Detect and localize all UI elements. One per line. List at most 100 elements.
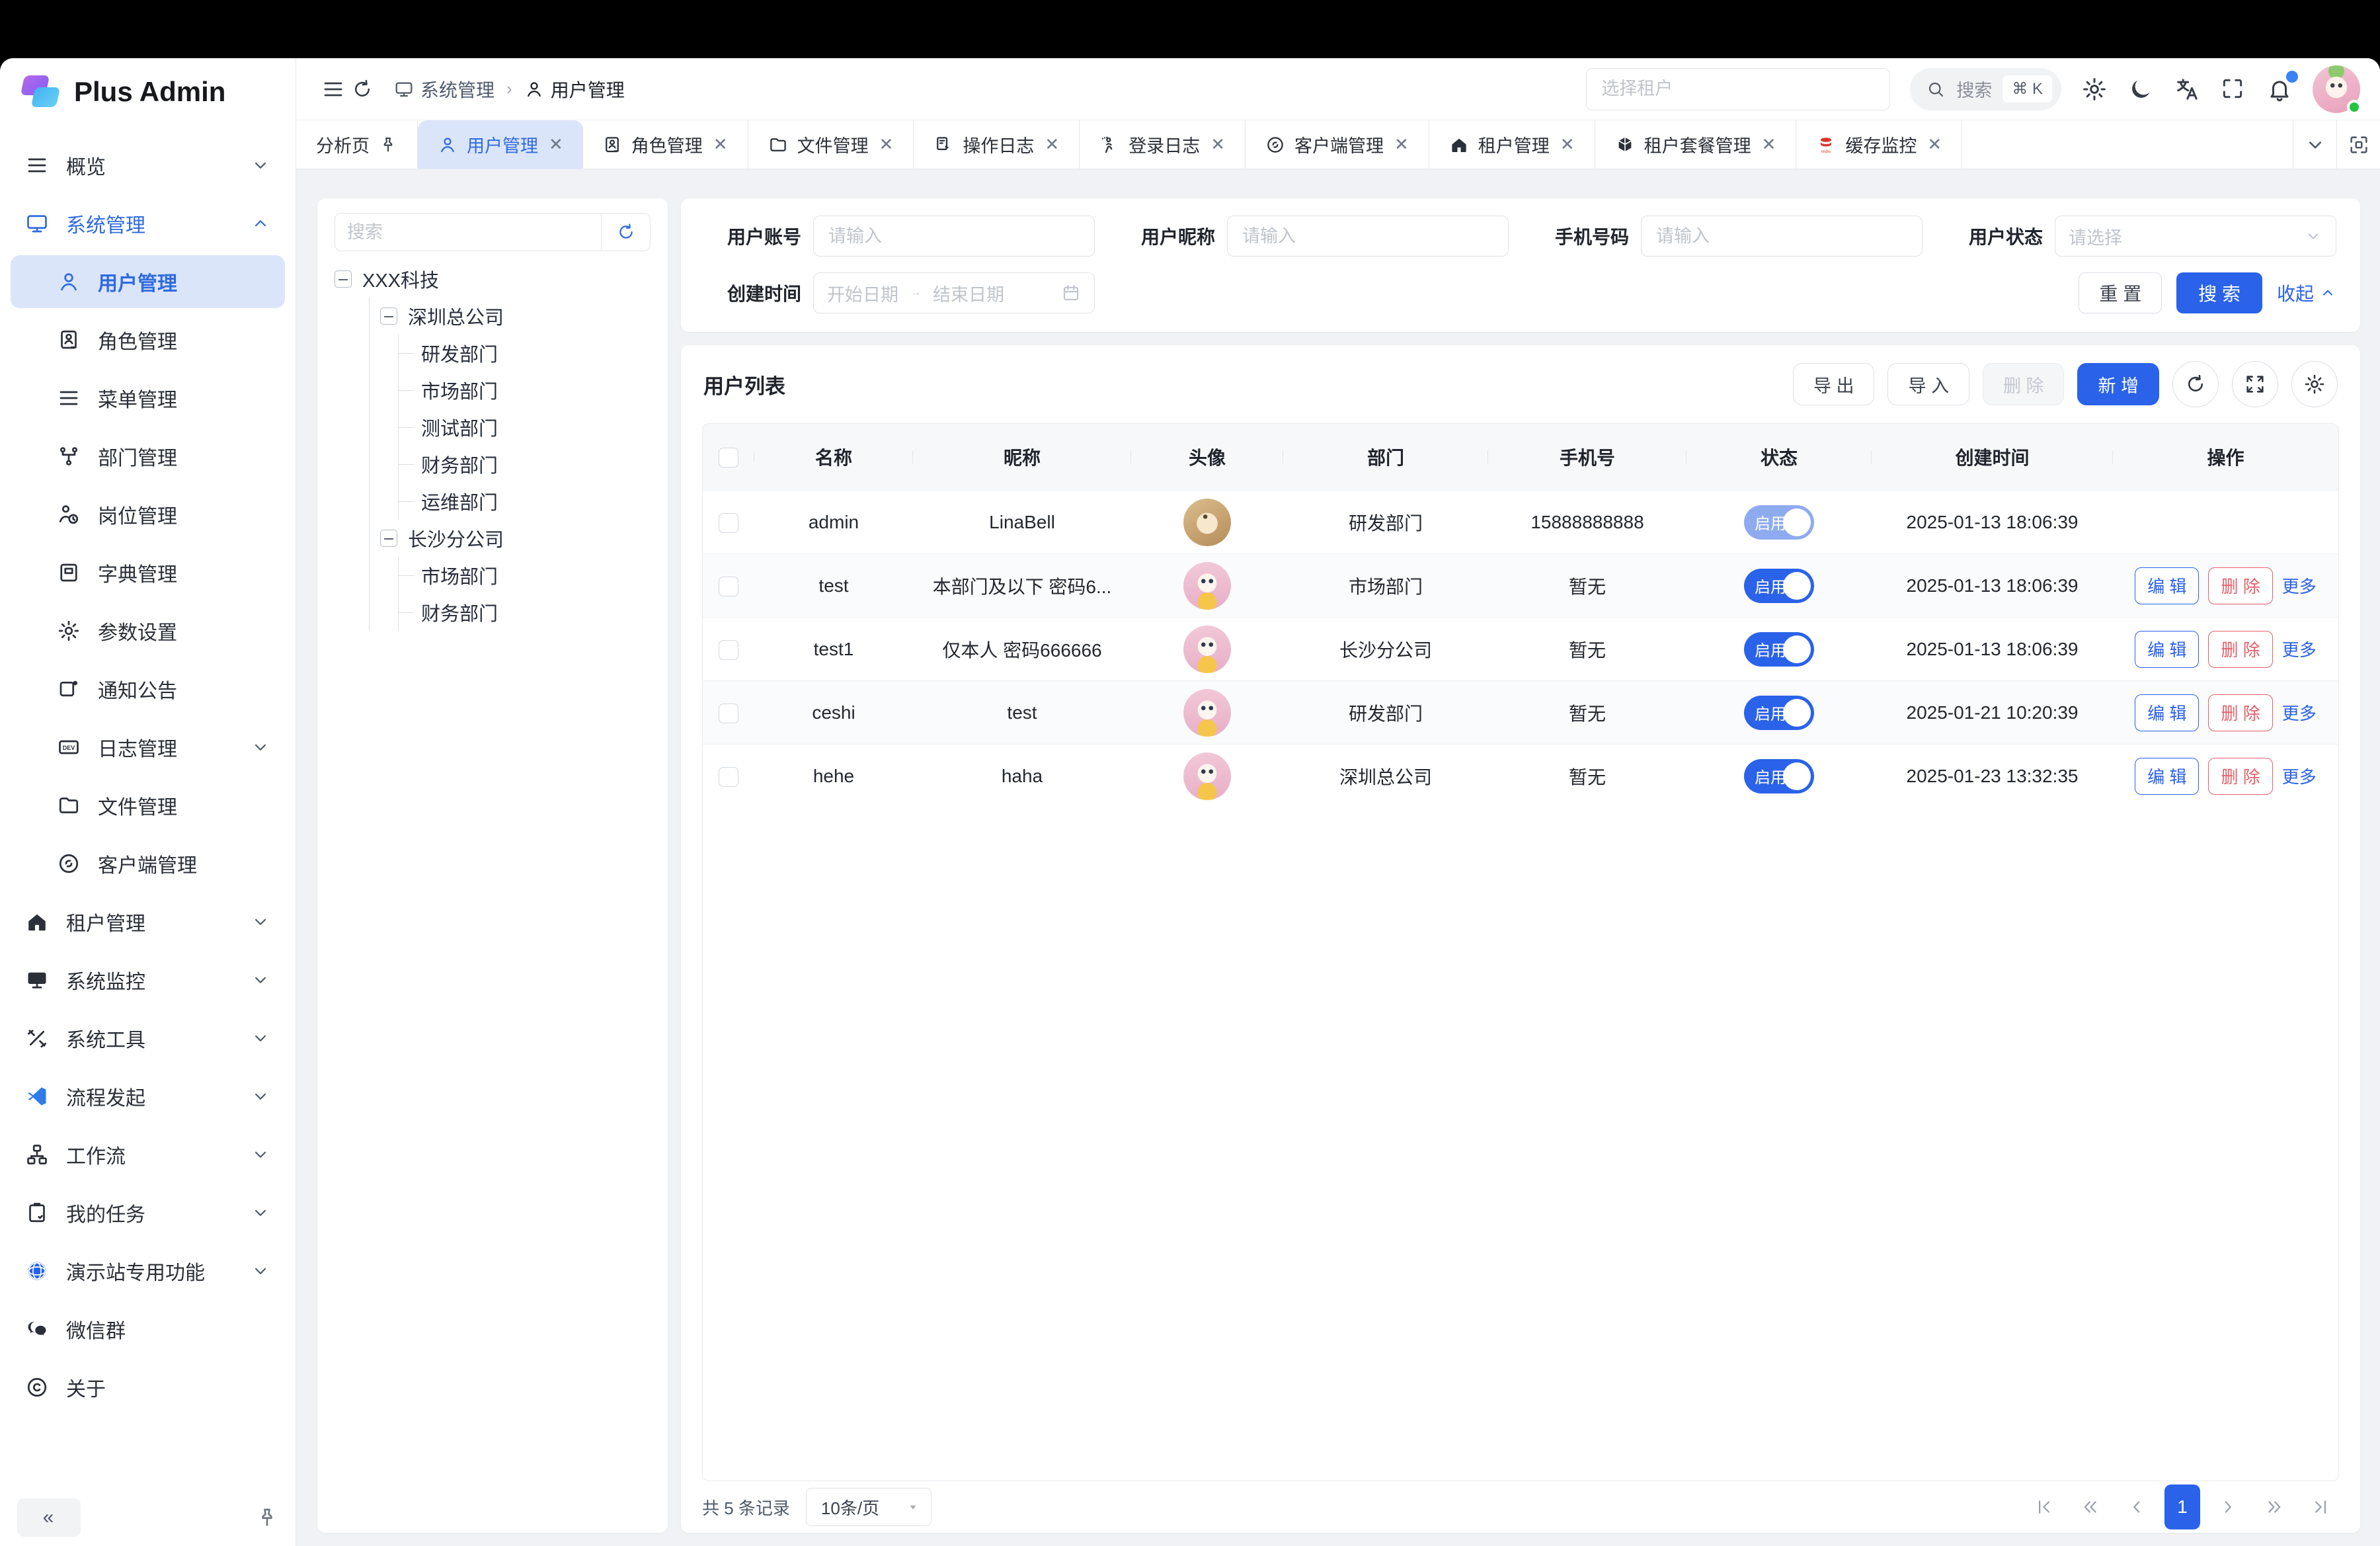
sidebar-item-部门管理[interactable]: 部门管理 [11,430,285,483]
current-page-button[interactable]: 1 [2164,1485,2200,1529]
refresh-table-icon[interactable] [2172,361,2219,407]
jump-forward-icon[interactable] [2256,1488,2293,1526]
sidebar-item-系统监控[interactable]: 系统监控 [11,954,285,1006]
tab-角色管理[interactable]: 角色管理✕ [582,120,748,169]
tab-用户管理[interactable]: 用户管理✕ [418,120,583,169]
tree-node-市场部门[interactable]: 市场部门 [399,372,651,409]
tree-expander-icon[interactable] [380,307,397,325]
nickname-input[interactable] [1241,225,1495,247]
refresh-page-icon[interactable] [348,75,377,104]
breadcrumb-item-system[interactable]: 系统管理 [394,76,495,102]
sidebar-item-系统管理[interactable]: 系统管理 [11,197,285,250]
tree-expander-icon[interactable] [380,530,397,547]
tab-登录日志[interactable]: 登录日志✕ [1080,120,1246,169]
pin-icon[interactable] [379,136,397,154]
sidebar-item-用户管理[interactable]: 用户管理 [11,255,285,308]
status-select[interactable]: 请选择 [2055,216,2336,257]
jump-back-icon[interactable] [2072,1488,2109,1526]
sidebar-item-租户管理[interactable]: 租户管理 [11,895,285,948]
fullscreen-icon[interactable] [2220,76,2246,102]
breadcrumb-item-users[interactable]: 用户管理 [524,76,625,102]
column-settings-gear-icon[interactable] [2291,361,2338,407]
row-checkbox[interactable] [703,638,754,660]
next-page-icon[interactable] [2209,1488,2246,1526]
status-toggle[interactable]: 启用 [1744,569,1814,603]
tree-node-XXX科技[interactable]: XXX科技 [335,261,651,298]
sidebar-item-微信群[interactable]: 微信群 [11,1303,285,1356]
delete-row-button[interactable]: 删 除 [2208,694,2272,731]
export-button[interactable]: 导 出 [1793,363,1875,405]
tab-客户端管理[interactable]: 客户端管理✕ [1246,120,1429,169]
sidebar-item-概览[interactable]: 概览 [11,139,285,192]
tab-缓存监控[interactable]: redis缓存监控✕ [1796,120,1962,169]
select-all-checkbox[interactable] [703,446,754,468]
close-tab-icon[interactable]: ✕ [879,134,894,155]
notifications-bell-icon[interactable] [2266,76,2293,102]
close-tab-icon[interactable]: ✕ [1210,134,1225,155]
global-search-button[interactable]: 搜索 ⌘ K [1910,68,2061,110]
phone-input[interactable] [1655,225,1909,247]
more-actions-link[interactable]: 更多 [2282,700,2317,725]
dark-mode-moon-icon[interactable] [2127,76,2154,102]
content-maximize-icon[interactable] [2336,120,2380,169]
more-actions-link[interactable]: 更多 [2282,637,2317,661]
reset-button[interactable]: 重 置 [2079,272,2162,313]
sidebar-item-参数设置[interactable]: 参数设置 [11,604,285,657]
tab-分析页[interactable]: 分析页 [296,120,418,169]
sidebar-item-菜单管理[interactable]: 菜单管理 [11,372,285,425]
tree-node-市场部门[interactable]: 市场部门 [399,557,651,594]
close-tab-icon[interactable]: ✕ [1394,134,1409,155]
status-toggle[interactable]: 启用 [1744,759,1814,793]
row-checkbox[interactable] [703,765,754,787]
last-page-icon[interactable] [2302,1488,2339,1526]
sidebar-item-岗位管理[interactable]: 岗位管理 [11,488,285,541]
tab-文件管理[interactable]: 文件管理✕ [748,120,914,169]
tree-search-input[interactable] [335,222,601,243]
delete-row-button[interactable]: 删 除 [2208,758,2272,795]
sidebar-item-工作流[interactable]: 工作流 [11,1128,285,1181]
sidebar-pin-icon[interactable] [256,1506,278,1529]
close-tab-icon[interactable]: ✕ [1560,134,1575,155]
page-size-select[interactable]: 10条/页 [806,1488,932,1526]
previous-page-icon[interactable] [2118,1488,2155,1526]
edit-button[interactable]: 编 辑 [2135,694,2199,731]
edit-button[interactable]: 编 辑 [2135,758,2199,795]
tree-node-研发部门[interactable]: 研发部门 [399,335,651,372]
close-tab-icon[interactable]: ✕ [1927,134,1942,155]
delete-row-button[interactable]: 删 除 [2208,631,2272,668]
search-button[interactable]: 搜 索 [2176,272,2262,313]
tree-refresh-icon[interactable] [601,214,650,251]
edit-button[interactable]: 编 辑 [2135,567,2199,604]
sidebar-collapse-button[interactable]: « [17,1498,81,1537]
status-toggle[interactable]: 启用 [1744,696,1814,730]
sidebar-item-文件管理[interactable]: 文件管理 [11,779,285,832]
first-page-icon[interactable] [2026,1488,2063,1526]
more-actions-link[interactable]: 更多 [2282,573,2317,598]
sidebar-item-角色管理[interactable]: 角色管理 [11,313,285,366]
account-input[interactable] [827,225,1081,247]
settings-gear-icon[interactable] [2081,76,2108,102]
delete-row-button[interactable]: 删 除 [2208,567,2272,604]
close-tab-icon[interactable]: ✕ [1762,134,1776,155]
sidebar-item-关于[interactable]: 关于 [11,1361,285,1414]
collapse-filters-link[interactable]: 收起 [2277,280,2336,306]
tenant-select-input[interactable] [1586,68,1890,110]
import-button[interactable]: 导 入 [1887,363,1969,405]
more-actions-link[interactable]: 更多 [2282,764,2317,788]
tabs-dropdown-chevron-icon[interactable] [2293,120,2336,169]
tree-node-深圳总公司[interactable]: 深圳总公司 [370,298,651,335]
sidebar-item-流程发起[interactable]: 流程发起 [11,1070,285,1123]
add-button[interactable]: 新 增 [2077,363,2159,405]
close-tab-icon[interactable]: ✕ [549,134,563,155]
tree-node-测试部门[interactable]: 测试部门 [399,409,651,446]
tree-node-长沙分公司[interactable]: 长沙分公司 [370,520,651,557]
hamburger-menu-icon[interactable] [319,75,348,104]
row-checkbox[interactable] [703,511,754,533]
tab-租户套餐管理[interactable]: 租户套餐管理✕ [1595,120,1797,169]
expand-table-icon[interactable] [2232,361,2278,407]
sidebar-item-客户端管理[interactable]: 客户端管理 [11,837,285,890]
tree-expander-icon[interactable] [335,270,352,288]
tree-node-财务部门[interactable]: 财务部门 [399,446,651,483]
sidebar-item-字典管理[interactable]: 字典管理 [11,546,285,599]
sidebar-item-演示站专用功能[interactable]: 演示站专用功能 [11,1244,285,1297]
